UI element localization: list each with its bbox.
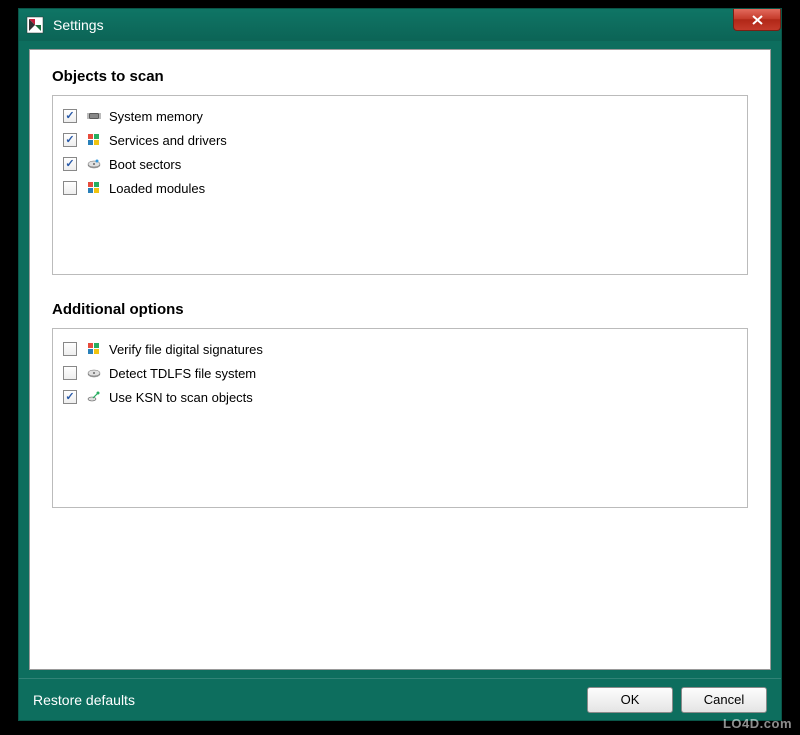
settings-window: Settings Objects to scan System memory <box>18 8 782 721</box>
list-item: System memory <box>63 104 737 128</box>
item-label: Use KSN to scan objects <box>109 390 253 405</box>
app-icon <box>25 15 45 35</box>
list-item: Boot sectors <box>63 152 737 176</box>
satellite-icon <box>85 388 103 406</box>
winflag-icon <box>85 179 103 197</box>
winflag-icon <box>85 340 103 358</box>
titlebar: Settings <box>19 9 781 41</box>
list-item: Use KSN to scan objects <box>63 385 737 409</box>
checkbox-services-drivers[interactable] <box>63 133 77 147</box>
drive-icon <box>85 155 103 173</box>
checkbox-use-ksn[interactable] <box>63 390 77 404</box>
cancel-button[interactable]: Cancel <box>681 687 767 713</box>
list-item: Verify file digital signatures <box>63 337 737 361</box>
checkbox-system-memory[interactable] <box>63 109 77 123</box>
ok-button[interactable]: OK <box>587 687 673 713</box>
ok-label: OK <box>621 692 640 707</box>
content-area: Objects to scan System memory Services a… <box>29 49 771 670</box>
list-item: Services and drivers <box>63 128 737 152</box>
item-label: Boot sectors <box>109 157 181 172</box>
item-label: Loaded modules <box>109 181 205 196</box>
checkbox-detect-tdlfs[interactable] <box>63 366 77 380</box>
footer: Restore defaults OK Cancel <box>19 678 781 720</box>
drive-icon <box>85 364 103 382</box>
checkbox-boot-sectors[interactable] <box>63 157 77 171</box>
item-label: System memory <box>109 109 203 124</box>
close-button[interactable] <box>733 9 781 31</box>
item-label: Verify file digital signatures <box>109 342 263 357</box>
list-item: Loaded modules <box>63 176 737 200</box>
winflag-icon <box>85 131 103 149</box>
window-title: Settings <box>53 17 104 33</box>
item-label: Services and drivers <box>109 133 227 148</box>
objects-section-title: Objects to scan <box>52 68 748 85</box>
objects-list: System memory Services and drivers Boot … <box>52 95 748 275</box>
item-label: Detect TDLFS file system <box>109 366 256 381</box>
cancel-label: Cancel <box>704 692 744 707</box>
restore-defaults-link[interactable]: Restore defaults <box>33 692 135 708</box>
additional-list: Verify file digital signatures Detect TD… <box>52 328 748 508</box>
additional-section-title: Additional options <box>52 301 748 318</box>
chip-icon <box>85 107 103 125</box>
list-item: Detect TDLFS file system <box>63 361 737 385</box>
checkbox-loaded-modules[interactable] <box>63 181 77 195</box>
checkbox-verify-signatures[interactable] <box>63 342 77 356</box>
